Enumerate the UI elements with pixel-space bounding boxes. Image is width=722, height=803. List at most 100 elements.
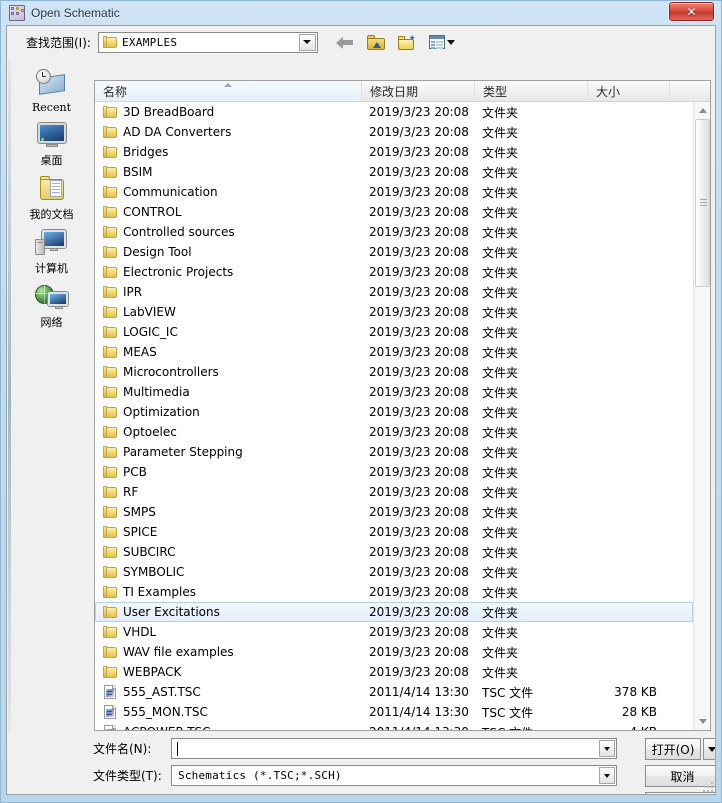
- cell-name: Communication: [96, 185, 361, 199]
- table-row[interactable]: Design Tool2019/3/23 20:08文件夹: [95, 242, 693, 262]
- cell-type: 文件夹: [474, 444, 587, 461]
- folder-icon: [103, 406, 117, 418]
- table-row[interactable]: Communication2019/3/23 20:08文件夹: [95, 182, 693, 202]
- back-button[interactable]: [334, 32, 356, 53]
- table-row[interactable]: SPICE2019/3/23 20:08文件夹: [95, 522, 693, 542]
- folder-icon: [103, 606, 117, 618]
- table-row[interactable]: User Excitations2019/3/23 20:08文件夹: [95, 602, 693, 622]
- table-row[interactable]: Optimization2019/3/23 20:08文件夹: [95, 402, 693, 422]
- column-header-type[interactable]: 类型: [475, 81, 588, 101]
- file-type-select[interactable]: Schematics (*.TSC;*.SCH): [171, 765, 617, 786]
- cell-name: TI Examples: [96, 585, 361, 599]
- help-button[interactable]: 帮助(H): [645, 792, 716, 795]
- chevron-down-icon[interactable]: [447, 40, 455, 45]
- table-row[interactable]: LabVIEW2019/3/23 20:08文件夹: [95, 302, 693, 322]
- table-row[interactable]: SUBCIRC2019/3/23 20:08文件夹: [95, 542, 693, 562]
- column-header-name[interactable]: 名称: [95, 81, 362, 101]
- cell-name: LOGIC_IC: [96, 325, 361, 339]
- new-folder-button[interactable]: ✦: [396, 32, 418, 53]
- folder-icon: [103, 566, 117, 578]
- column-header-label: 修改日期: [370, 83, 418, 100]
- table-row[interactable]: Optoelec2019/3/23 20:08文件夹: [95, 422, 693, 442]
- file-name-text: 3D BreadBoard: [123, 105, 214, 119]
- cell-name: Multimedia: [96, 385, 361, 399]
- table-row[interactable]: 555_MON.TSC2011/4/14 13:30TSC 文件28 KB: [95, 702, 693, 722]
- views-button[interactable]: [427, 32, 457, 53]
- dialog-client-area: 查找范围(I): EXAMPLES: [6, 25, 716, 795]
- chevron-down-icon[interactable]: [599, 740, 615, 757]
- up-one-level-button[interactable]: [365, 32, 387, 53]
- table-row[interactable]: ACPOWER.TSC2011/4/14 13:30TSC 文件4 KB: [95, 722, 693, 730]
- file-name-text: MEAS: [123, 345, 157, 359]
- chevron-down-icon[interactable]: [599, 767, 615, 784]
- cell-date: 2019/3/23 20:08: [361, 365, 474, 379]
- scrollbar-thumb[interactable]: [695, 119, 710, 287]
- folder-icon: [103, 166, 117, 178]
- open-dropdown-button[interactable]: [703, 738, 716, 760]
- vertical-scrollbar[interactable]: [693, 102, 710, 730]
- file-type-label: 文件类型(T):: [93, 767, 171, 784]
- table-row[interactable]: 555_AST.TSC2011/4/14 13:30TSC 文件378 KB: [95, 682, 693, 702]
- file-name-text: BSIM: [123, 165, 153, 179]
- cell-date: 2011/4/14 13:30: [361, 685, 474, 699]
- cell-name: WEBPACK: [96, 665, 361, 679]
- cell-type: 文件夹: [474, 664, 587, 681]
- file-name-text: AD DA Converters: [123, 125, 231, 139]
- table-row[interactable]: RF2019/3/23 20:08文件夹: [95, 482, 693, 502]
- place-item-network[interactable]: 网络: [14, 278, 90, 332]
- file-name-text: User Excitations: [123, 605, 220, 619]
- table-row[interactable]: MEAS2019/3/23 20:08文件夹: [95, 342, 693, 362]
- place-item-computer[interactable]: 计算机: [14, 224, 90, 278]
- table-row[interactable]: AD DA Converters2019/3/23 20:08文件夹: [95, 122, 693, 142]
- file-name-input[interactable]: [171, 738, 617, 759]
- table-row[interactable]: LOGIC_IC2019/3/23 20:08文件夹: [95, 322, 693, 342]
- cell-type: 文件夹: [474, 284, 587, 301]
- table-row[interactable]: BSIM2019/3/23 20:08文件夹: [95, 162, 693, 182]
- table-row[interactable]: 3D BreadBoard2019/3/23 20:08文件夹: [95, 102, 693, 122]
- table-row[interactable]: Parameter Stepping2019/3/23 20:08文件夹: [95, 442, 693, 462]
- table-row[interactable]: Multimedia2019/3/23 20:08文件夹: [95, 382, 693, 402]
- resize-grip[interactable]: [701, 780, 713, 792]
- place-item-desktop[interactable]: 桌面: [14, 116, 90, 170]
- column-header-date[interactable]: 修改日期: [362, 81, 475, 101]
- table-row[interactable]: WAV file examples2019/3/23 20:08文件夹: [95, 642, 693, 662]
- close-icon[interactable]: ✕: [669, 2, 714, 21]
- table-row[interactable]: WEBPACK2019/3/23 20:08文件夹: [95, 662, 693, 682]
- new-folder-icon: ✦: [398, 35, 416, 50]
- file-rows-container[interactable]: 3D BreadBoard2019/3/23 20:08文件夹AD DA Con…: [95, 102, 693, 730]
- table-row[interactable]: SYMBOLIC2019/3/23 20:08文件夹: [95, 562, 693, 582]
- scroll-up-icon[interactable]: [694, 102, 711, 119]
- title-bar[interactable]: Open Schematic ✕: [6, 1, 716, 25]
- chevron-down-icon[interactable]: [299, 34, 316, 51]
- file-name-text: WAV file examples: [123, 645, 234, 659]
- cell-type: 文件夹: [474, 204, 587, 221]
- look-in-combo[interactable]: EXAMPLES: [98, 32, 318, 53]
- file-name-text: LOGIC_IC: [123, 325, 178, 339]
- table-row[interactable]: Electronic Projects2019/3/23 20:08文件夹: [95, 262, 693, 282]
- table-row[interactable]: Microcontrollers2019/3/23 20:08文件夹: [95, 362, 693, 382]
- table-row[interactable]: TI Examples2019/3/23 20:08文件夹: [95, 582, 693, 602]
- look-in-value: EXAMPLES: [122, 36, 177, 49]
- look-in-row: 查找范围(I): EXAMPLES: [7, 26, 715, 58]
- table-row[interactable]: Bridges2019/3/23 20:08文件夹: [95, 142, 693, 162]
- table-row[interactable]: Controlled sources2019/3/23 20:08文件夹: [95, 222, 693, 242]
- column-header-size[interactable]: 大小: [588, 81, 670, 101]
- table-row[interactable]: SMPS2019/3/23 20:08文件夹: [95, 502, 693, 522]
- cell-date: 2019/3/23 20:08: [361, 585, 474, 599]
- cell-date: 2019/3/23 20:08: [361, 425, 474, 439]
- cell-name: SMPS: [96, 505, 361, 519]
- table-row[interactable]: VHDL2019/3/23 20:08文件夹: [95, 622, 693, 642]
- place-item-recent[interactable]: Recent: [14, 65, 90, 116]
- folder-icon: [103, 146, 117, 158]
- table-row[interactable]: CONTROL2019/3/23 20:08文件夹: [95, 202, 693, 222]
- table-row[interactable]: PCB2019/3/23 20:08文件夹: [95, 462, 693, 482]
- scroll-down-icon[interactable]: [694, 713, 711, 730]
- file-name-text: Multimedia: [123, 385, 190, 399]
- table-row[interactable]: IPR2019/3/23 20:08文件夹: [95, 282, 693, 302]
- cell-name: Microcontrollers: [96, 365, 361, 379]
- cell-name: Controlled sources: [96, 225, 361, 239]
- place-item-my-documents[interactable]: 我的文档: [14, 170, 90, 224]
- cell-date: 2019/3/23 20:08: [361, 305, 474, 319]
- folder-icon: [103, 506, 117, 518]
- open-button[interactable]: 打开(O): [645, 738, 701, 760]
